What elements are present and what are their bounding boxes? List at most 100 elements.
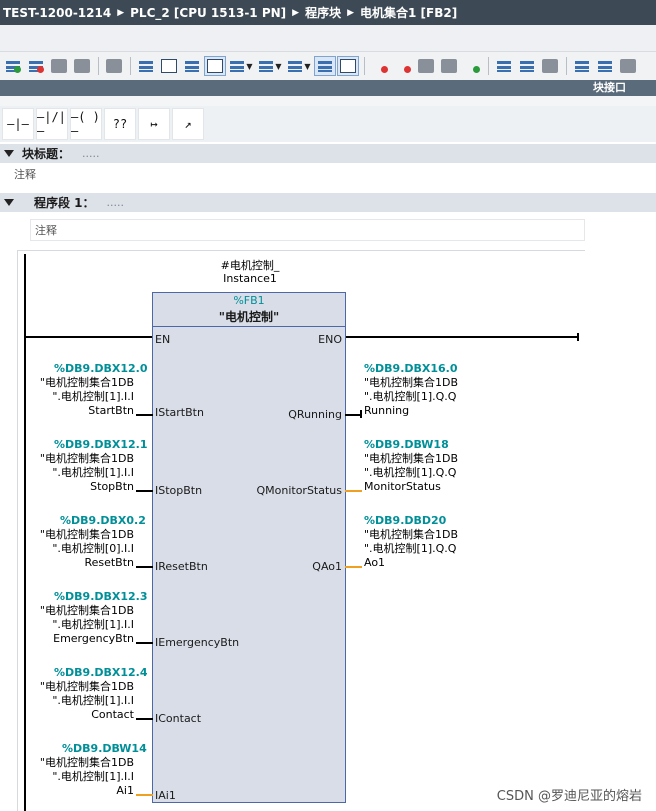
breakpoint-icon[interactable] [392, 56, 414, 76]
nc-contact-icon[interactable]: —|/|— [36, 108, 68, 140]
output-tick [360, 410, 362, 418]
operand-symbol[interactable]: "电机控制集合1DB ".电机控制[0].I.I ResetBtn [30, 528, 134, 570]
sel-operand-icon[interactable]: ▼ [227, 56, 255, 76]
network-layout-icon[interactable]: ▼ [285, 56, 313, 76]
breadcrumb-project[interactable]: TEST-1200-1214 [3, 6, 111, 20]
go-to-icon[interactable] [369, 56, 391, 76]
block-interface-label[interactable]: 块接口 [593, 80, 626, 96]
operand-line: ".电机控制[1].I.I [52, 694, 134, 707]
input-wire [136, 642, 153, 644]
operand-line: StopBtn [90, 480, 134, 493]
pin-istartbtn: IStartBtn [155, 406, 204, 419]
instance-db-name[interactable]: #电机控制_ Instance1 [200, 259, 300, 285]
operand-symbol[interactable]: "电机控制集合1DB ".电机控制[1].Q.Q Running [364, 376, 474, 418]
clear-icon[interactable] [415, 56, 437, 76]
breadcrumb-program-blocks[interactable]: 程序块 [305, 4, 341, 21]
input-wire [136, 414, 153, 416]
instance-db-line2: Instance1 [223, 272, 277, 285]
pin-icontact: IContact [155, 712, 202, 725]
operand-line: "电机控制集合1DB [364, 376, 459, 389]
close-all-networks-icon[interactable] [158, 56, 180, 76]
operand-line: MonitorStatus [364, 480, 441, 493]
operand-symbol[interactable]: "电机控制集合1DB ".电机控制[1].Q.Q Ao1 [364, 528, 474, 570]
operand-symbol[interactable]: "电机控制集合1DB ".电机控制[1].I.I EmergencyBtn [30, 604, 134, 646]
insert-network-icon[interactable] [2, 56, 24, 76]
operand-symbol[interactable]: "电机控制集合1DB ".电机控制[1].I.I Ai1 [30, 756, 134, 798]
block-title-value[interactable]: ..... [82, 147, 99, 160]
operand-symbol[interactable]: "电机控制集合1DB ".电机控制[1].Q.Q MonitorStatus [364, 452, 474, 494]
close-branch-icon[interactable]: ↗ [172, 108, 204, 140]
operand-symbol[interactable]: "电机控制集合1DB ".电机控制[1].I.I StartBtn [30, 376, 134, 418]
more-icon[interactable] [617, 56, 639, 76]
fb-name: "电机控制" [153, 307, 345, 327]
favorites-bar-icon[interactable] [337, 56, 359, 76]
input-wire [136, 566, 153, 568]
input-wire [136, 490, 153, 492]
operand-line: ".电机控制[1].Q.Q [364, 390, 457, 403]
fb-call-box[interactable]: %FB1 "电机控制" [152, 292, 346, 803]
toolbar-divider [130, 57, 131, 75]
network-comment[interactable]: 注释 [35, 222, 57, 238]
breadcrumb-plc[interactable]: PLC_2 [CPU 1513-1 PN] [130, 6, 286, 20]
toolbar-divider [488, 57, 489, 75]
collapse-triangle-icon[interactable] [4, 199, 14, 206]
operand-address[interactable]: %DB9.DBX0.2 [60, 514, 146, 527]
operand-address[interactable]: %DB9.DBW18 [364, 438, 449, 451]
operand-line: ".电机控制[1].Q.Q [364, 542, 457, 555]
network-title-value[interactable]: ..... [107, 196, 124, 209]
favorites-icon[interactable] [204, 56, 226, 76]
operand-line: "电机控制集合1DB [364, 528, 459, 541]
operand-symbol[interactable]: "电机控制集合1DB ".电机控制[1].I.I StopBtn [30, 452, 134, 494]
abs-operand-icon[interactable] [103, 56, 125, 76]
block-title-label: 块标题： [22, 147, 71, 161]
display-format-icon[interactable]: ▼ [256, 56, 284, 76]
show-comments-icon[interactable] [314, 56, 336, 76]
block-title-header[interactable]: 块标题： ..... [0, 144, 656, 163]
operand-address[interactable]: %DB9.DBX12.3 [54, 590, 148, 603]
pin-eno: ENO [318, 333, 342, 346]
operand-line: ".电机控制[1].I.I [52, 770, 134, 783]
compare-icon[interactable] [493, 56, 515, 76]
append-row-icon[interactable] [71, 56, 93, 76]
operand-line: ".电机控制[0].I.I [52, 542, 134, 555]
history-icon[interactable] [594, 56, 616, 76]
block-comment[interactable]: 注释 [14, 166, 36, 182]
operand-address[interactable]: %DB9.DBX12.4 [54, 666, 148, 679]
output-wire-analog [345, 566, 362, 568]
pin-istopbtn: IStopBtn [155, 484, 203, 497]
operand-address[interactable]: %DB9.DBX16.0 [364, 362, 458, 375]
empty-box-icon[interactable]: ?? [104, 108, 136, 140]
operand-address[interactable]: %DB9.DBX12.1 [54, 438, 148, 451]
operand-address[interactable]: %DB9.DBW14 [62, 742, 147, 755]
coil-icon[interactable]: —( )— [70, 108, 102, 140]
open-all-networks-icon[interactable] [135, 56, 157, 76]
operand-line: "电机控制集合1DB [39, 528, 134, 541]
download-icon[interactable] [461, 56, 483, 76]
network-title-header[interactable]: 程序段 1： ..... [0, 193, 656, 212]
monitor-icon[interactable] [438, 56, 460, 76]
toggle-comments-icon[interactable] [181, 56, 203, 76]
operand-line: "电机控制集合1DB [39, 452, 134, 465]
collapse-triangle-icon[interactable] [4, 150, 14, 157]
operand-line: "电机控制集合1DB [39, 604, 134, 617]
no-contact-icon[interactable]: —|— [2, 108, 34, 140]
operand-address[interactable]: %DB9.DBX12.0 [54, 362, 148, 375]
pin-iai1: IAi1 [155, 789, 176, 802]
network-comment-box[interactable] [30, 219, 585, 241]
operand-line: ".电机控制[1].Q.Q [364, 466, 457, 479]
open-branch-icon[interactable]: ↦ [138, 108, 170, 140]
callstack-icon[interactable] [516, 56, 538, 76]
delete-network-icon[interactable] [25, 56, 47, 76]
toolbar-divider [98, 57, 99, 75]
breadcrumb-separator-icon: ▶ [292, 7, 300, 18]
watermark: CSDN @罗迪尼亚的熔岩 [496, 789, 642, 804]
operand-address[interactable]: %DB9.DBD20 [364, 514, 446, 527]
run-icon[interactable] [571, 56, 593, 76]
insert-row-icon[interactable] [48, 56, 70, 76]
operand-line: "电机控制集合1DB [39, 756, 134, 769]
rung-end [577, 333, 579, 341]
operand-symbol[interactable]: "电机控制集合1DB ".电机控制[1].I.I Contact [30, 680, 134, 722]
operand-line: StartBtn [88, 404, 134, 417]
toolbar-divider [566, 57, 567, 75]
single-step-icon[interactable] [539, 56, 561, 76]
